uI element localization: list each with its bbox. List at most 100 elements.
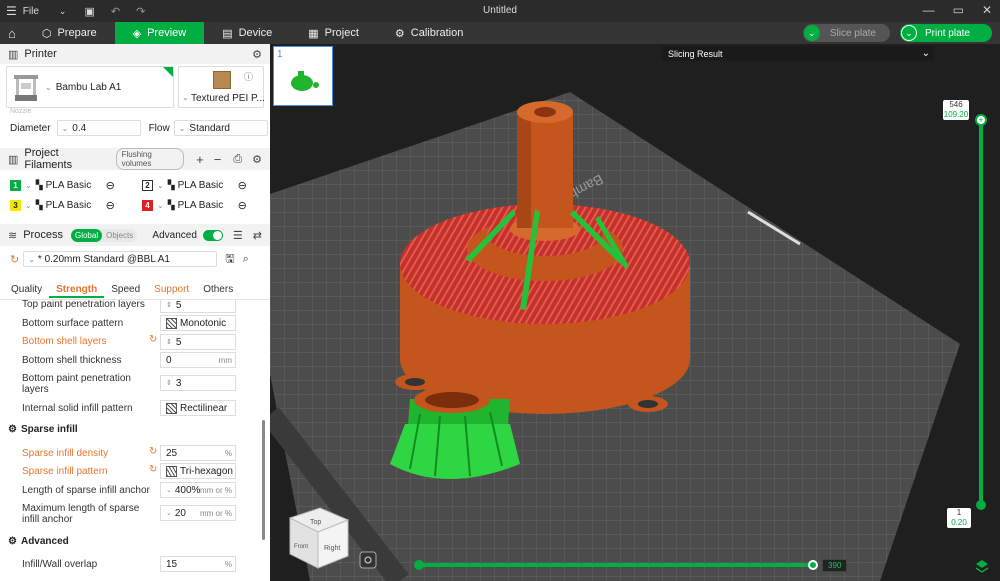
slice-plate-label: Slice plate (829, 27, 876, 39)
reset-icon[interactable]: ↻ (149, 464, 157, 475)
print-plate-button[interactable]: ⌄ Print plate (899, 24, 992, 42)
fit-view-icon[interactable] (359, 551, 377, 569)
objects-option[interactable]: Objects (102, 229, 137, 242)
layers-toggle-icon[interactable] (975, 560, 989, 573)
tab-preview[interactable]: ◈ Preview (114, 22, 205, 44)
cube-right-label: Right (324, 545, 340, 552)
sync-ams-icon[interactable]: ⎙ (233, 153, 242, 166)
tab-prepare[interactable]: ⬡ Prepare (24, 22, 115, 44)
slice-plate-button[interactable]: ⌄ Slice plate (802, 24, 890, 42)
chevron-down-icon[interactable]: ⌄ (803, 25, 820, 41)
plus-icon[interactable]: + (196, 152, 204, 167)
plate-thumbnail[interactable]: 1 (273, 46, 333, 106)
list-icon[interactable]: ☰ (233, 229, 243, 242)
plate-image (213, 71, 231, 89)
move-slider[interactable]: 390 (410, 555, 850, 575)
plate-type-selector[interactable]: ⓘ ⌄ Textured PEI P... (178, 66, 265, 108)
bottom-shell-thickness-input[interactable]: 0 mm (160, 352, 236, 368)
global-objects-toggle[interactable]: Global Objects (70, 228, 138, 242)
move-slider-start-handle[interactable] (414, 560, 424, 570)
move-slider-track[interactable] (418, 563, 814, 567)
settings-list[interactable]: Top paint penetration layers ⇕ 5 Bottom s… (0, 300, 270, 581)
chevron-down-icon[interactable]: ⌄ (900, 25, 917, 41)
filament-slot-3[interactable]: 3 ⌄ ▚ PLA Basic ⊖ (10, 196, 142, 214)
3d-viewport[interactable]: Bambu Textured PEI Plate (270, 44, 1000, 581)
move-slider-end-handle[interactable] (808, 560, 818, 570)
flow-dropdown[interactable]: ⌄ Standard (173, 120, 268, 136)
bottom-layer-handle[interactable] (976, 500, 986, 510)
info-icon[interactable]: ⓘ (244, 70, 253, 83)
advanced-toggle[interactable] (202, 229, 223, 241)
bottom-paint-layers-input[interactable]: ⇕ 3 (160, 375, 236, 391)
gear-icon[interactable]: ⚙ (252, 153, 262, 166)
subtab-speed[interactable]: Speed (104, 284, 147, 298)
sparse-infill-density-input[interactable]: 25% (160, 445, 236, 461)
bottom-surface-pattern-dropdown[interactable]: Monotonic (160, 315, 236, 331)
close-icon[interactable]: ✕ (982, 3, 992, 17)
advanced-icon: ⚙ (8, 536, 17, 547)
setting-label: Bottom shell layers (22, 336, 107, 347)
minus-circle-icon[interactable]: ⊖ (238, 179, 247, 192)
reset-icon[interactable]: ↻ (10, 253, 19, 266)
project-icon: ▦ (308, 27, 319, 40)
printer-selector[interactable]: ⌄ Bambu Lab A1 (6, 66, 174, 108)
setting-unit: mm or % (200, 485, 232, 495)
compare-icon[interactable]: ⇄ (253, 229, 262, 242)
subtab-support[interactable]: Support (147, 284, 196, 298)
plate-number: 1 (277, 49, 283, 60)
bottom-shell-layers-input[interactable]: ⇕ 5 (160, 334, 236, 350)
slicing-result-panel[interactable]: Slicing Result ⌄ (662, 46, 934, 61)
diameter-dropdown[interactable]: ⌄ 0.4 (56, 120, 141, 136)
filament-slot-1[interactable]: 1 ⌄ ▚ PLA Basic ⊖ (10, 176, 142, 194)
tab-device[interactable]: ▤ Device (204, 22, 290, 44)
view-cube[interactable]: Top Front Right (288, 507, 350, 569)
minus-icon[interactable]: − (214, 152, 222, 167)
setting-label: Top paint penetration layers (22, 300, 145, 310)
global-option[interactable]: Global (70, 228, 103, 242)
setting-label: Length of sparse infill anchor (22, 485, 150, 496)
subtab-strength[interactable]: Strength (49, 284, 105, 298)
max-sparse-anchor-input[interactable]: ⌄ 20 mm or % (160, 505, 236, 521)
filament-name: PLA Basic (45, 199, 92, 211)
filament-slot-2[interactable]: 2 ⌄ ▚ PLA Basic ⊖ (142, 176, 270, 194)
subtab-quality[interactable]: Quality (4, 284, 49, 298)
tab-project[interactable]: ▦ Project (290, 22, 377, 44)
subtab-others[interactable]: Others (196, 284, 240, 298)
home-tab[interactable]: ⌂ (0, 22, 24, 44)
save-preset-icon[interactable]: 🖫 (225, 250, 234, 269)
scene[interactable]: Bambu Textured PEI Plate (270, 44, 1000, 581)
filament-swatch-icon: ▚ (35, 199, 43, 210)
tab-calibration[interactable]: ⚙ Calibration (377, 22, 481, 44)
sparse-anchor-length-input[interactable]: ⌄ 400% mm or % (160, 482, 236, 498)
process-preset-dropdown[interactable]: ⌄ * 0.20mm Standard @BBL A1 (23, 251, 218, 267)
settings-scrollbar[interactable] (262, 420, 265, 540)
layer-slider[interactable]: 546 109.20 + 1 0.20 (943, 96, 987, 536)
chevron-down-icon[interactable]: ⌄ (922, 48, 930, 59)
preview-icon: ◈ (132, 27, 142, 40)
gear-icon[interactable]: ⚙ (252, 48, 262, 61)
top-paint-layers-input[interactable]: ⇕ 5 (160, 300, 236, 313)
sparse-infill-pattern-dropdown[interactable]: Tri-hexagon (160, 463, 236, 479)
printer-icon: ▥ (8, 48, 19, 61)
infill-wall-overlap-input[interactable]: 15% (160, 556, 236, 572)
setting-value: 0 (166, 354, 172, 366)
internal-infill-pattern-dropdown[interactable]: Rectilinear (160, 400, 236, 416)
layer-slider-track[interactable] (979, 118, 983, 506)
reset-icon[interactable]: ↻ (149, 446, 157, 457)
top-layer-number: 546 (949, 100, 963, 109)
minus-circle-icon[interactable]: ⊖ (106, 199, 115, 212)
minimize-icon[interactable]: — (923, 3, 935, 17)
flushing-volumes-button[interactable]: Flushing volumes (115, 148, 185, 170)
minus-circle-icon[interactable]: ⊖ (106, 179, 115, 192)
minus-circle-icon[interactable]: ⊖ (238, 199, 247, 212)
setting-unit: mm (218, 355, 232, 365)
reset-icon[interactable]: ↻ (149, 334, 157, 345)
maximize-icon[interactable]: ▭ (953, 3, 964, 17)
filament-slot-4[interactable]: 4 ⌄ ▚ PLA Basic ⊖ (142, 196, 270, 214)
search-icon[interactable]: ⌕ (243, 253, 249, 266)
top-layer-handle[interactable]: + (975, 114, 987, 126)
setting-label: Bottom paint penetration layers (22, 373, 131, 395)
filament-number-badge: 2 (142, 179, 153, 191)
home-icon: ⌂ (8, 25, 16, 41)
process-section-header: ≋ Process Global Objects Advanced ☰ ⇄ (0, 224, 270, 246)
